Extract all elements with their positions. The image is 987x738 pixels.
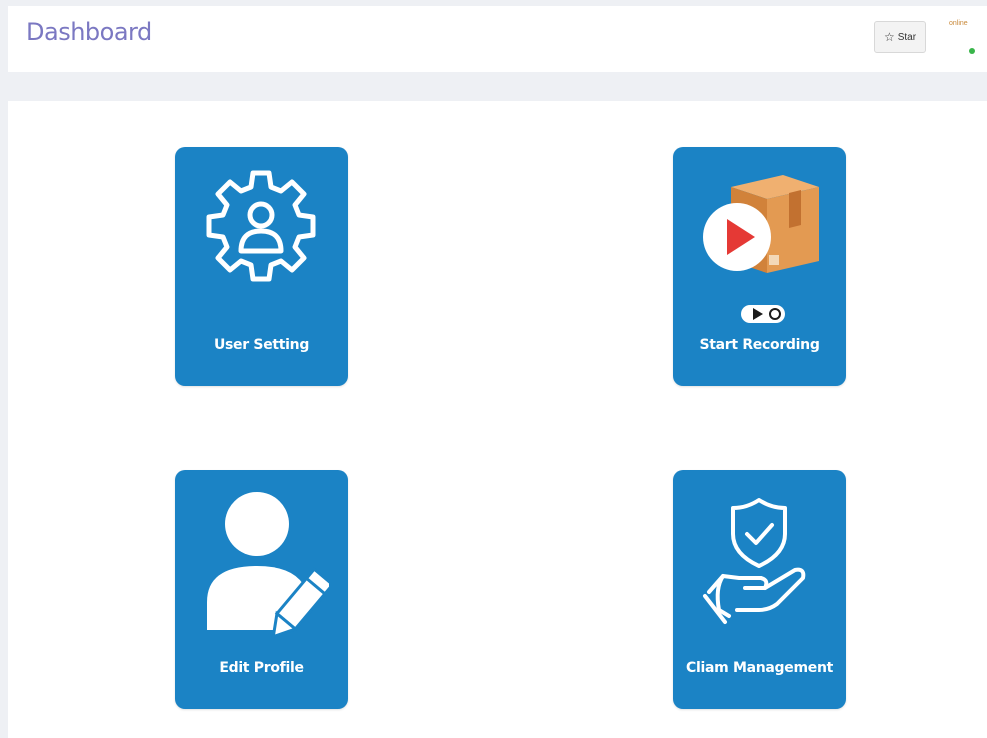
user-status-label: online <box>949 20 968 27</box>
online-status-dot <box>969 48 975 54</box>
tile-label: Edit Profile <box>219 660 304 676</box>
tile-label: Start Recording <box>699 337 820 353</box>
star-button-label: Star <box>897 31 917 43</box>
user-status[interactable]: online <box>942 20 982 60</box>
star-button[interactable]: ☆ Star <box>874 21 926 53</box>
top-header: Dashboard ☆ Star online <box>8 6 987 72</box>
star-icon: ☆ <box>883 30 895 44</box>
dashboard-content: User Setting Start Recording Edit Profil… <box>8 101 987 738</box>
shield-hand-icon <box>703 498 806 624</box>
video-box-icon <box>703 175 819 323</box>
user-setting-tile[interactable]: User Setting <box>175 147 348 386</box>
tile-label: Cliam Management <box>685 660 834 676</box>
edit-profile-tile[interactable]: Edit Profile <box>175 470 348 709</box>
tile-label: User Setting <box>213 337 310 353</box>
gear-user-icon <box>206 170 316 282</box>
page-title: Dashboard <box>26 18 152 46</box>
claim-management-tile[interactable]: Cliam Management <box>673 470 846 709</box>
start-recording-tile[interactable]: Start Recording <box>673 147 846 386</box>
user-edit-icon <box>207 492 329 639</box>
